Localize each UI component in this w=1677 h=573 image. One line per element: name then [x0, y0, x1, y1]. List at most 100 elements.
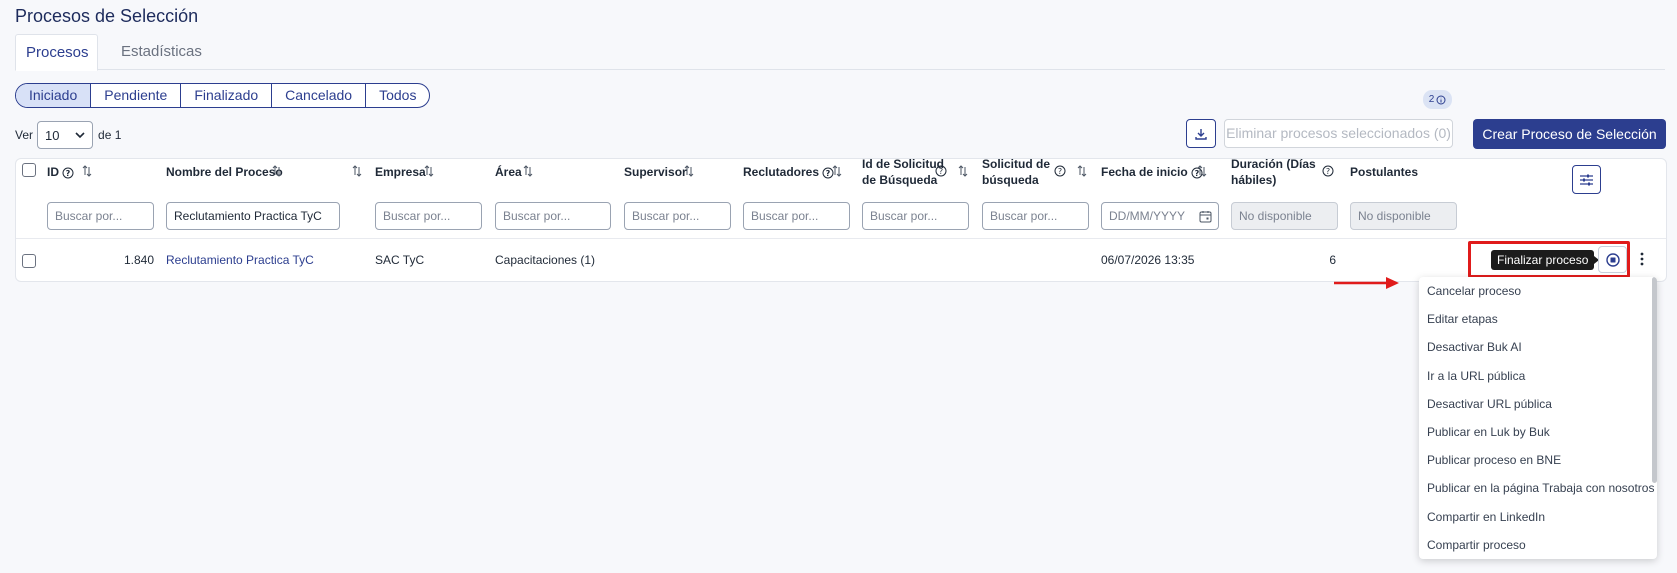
- row-id: 1.840: [123, 253, 154, 267]
- delete-selected-button[interactable]: Eliminar procesos seleccionados (0): [1224, 119, 1453, 148]
- page-count-label: de 1: [98, 128, 122, 142]
- more-options-icon[interactable]: [1640, 252, 1644, 266]
- column-settings-button[interactable]: [1572, 165, 1601, 194]
- menu-publicar-trabaja-con-nosotros[interactable]: Publicar en la página Trabaja con nosotr…: [1419, 474, 1657, 502]
- page-title: Procesos de Selección: [15, 6, 199, 26]
- header-duracion-line2: hábiles): [1231, 173, 1277, 187]
- svg-text:?: ?: [939, 167, 943, 176]
- header-reclutadores[interactable]: Reclutadores ?: [743, 164, 834, 180]
- sort-icon[interactable]: [272, 165, 282, 177]
- filter-id[interactable]: Buscar por...: [47, 202, 154, 230]
- header-duracion[interactable]: Duración (Días hábiles): [1231, 156, 1316, 188]
- row-fecha-inicio: 06/07/2026 13:35: [1101, 253, 1195, 267]
- filter-fecha[interactable]: DD/MM/YYYY: [1101, 202, 1219, 230]
- header-fecha-inicio-label: Fecha de inicio: [1101, 165, 1188, 179]
- help-icon: ?: [1322, 165, 1334, 177]
- filter-supervisor[interactable]: Buscar por...: [624, 202, 731, 230]
- svg-text:?: ?: [826, 169, 831, 178]
- page-size-value: 10: [45, 127, 60, 143]
- status-cancelado[interactable]: Cancelado: [272, 84, 367, 107]
- menu-publicar-bne[interactable]: Publicar proceso en BNE: [1419, 446, 1657, 474]
- menu-publicar-luk[interactable]: Publicar en Luk by Buk: [1419, 418, 1657, 446]
- filter-fecha-placeholder: DD/MM/YYYY: [1109, 209, 1186, 223]
- red-arrow-annotation: [1334, 277, 1399, 289]
- help-icon: ?: [1054, 165, 1066, 177]
- header-solicitud[interactable]: Solicitud de búsqueda: [982, 156, 1050, 188]
- select-all-checkbox[interactable]: [22, 163, 36, 177]
- header-id[interactable]: ID ?: [47, 164, 74, 180]
- header-reclutadores-label: Reclutadores: [743, 165, 820, 179]
- status-finalizado[interactable]: Finalizado: [181, 84, 273, 107]
- stop-icon: [1605, 252, 1620, 267]
- sort-icon[interactable]: [958, 165, 968, 177]
- row-duracion: 6: [1329, 253, 1336, 267]
- filter-area[interactable]: Buscar por...: [495, 202, 611, 230]
- status-pendiente[interactable]: Pendiente: [91, 84, 182, 107]
- status-iniciado[interactable]: Iniciado: [16, 84, 92, 107]
- filter-reclutadores[interactable]: Buscar por...: [743, 202, 850, 230]
- tab-estadisticas[interactable]: Estadísticas: [111, 34, 212, 71]
- download-icon: [1195, 128, 1207, 140]
- pagination-controls: Ver 10 de 1: [15, 121, 121, 149]
- header-id-solicitud-line1: Id de Solicitud: [862, 157, 945, 171]
- postulantes-badge[interactable]: 2: [1423, 90, 1452, 109]
- sort-icon[interactable]: [832, 165, 842, 177]
- download-button[interactable]: [1186, 119, 1216, 148]
- header-solicitud-line2: búsqueda: [982, 173, 1039, 187]
- top-tabs: Procesos Estadísticas: [15, 34, 1665, 71]
- row-empresa: SAC TyC: [375, 253, 425, 267]
- filter-postulantes: No disponible: [1350, 202, 1457, 230]
- filter-solicitud[interactable]: Buscar por...: [982, 202, 1089, 230]
- header-id-label: ID: [47, 165, 59, 179]
- info-icon: [1436, 95, 1446, 104]
- filter-empresa[interactable]: Buscar por...: [375, 202, 482, 230]
- row-area: Capacitaciones (1): [495, 253, 596, 267]
- header-duracion-line1: Duración (Días: [1231, 157, 1316, 171]
- help-icon: ?: [935, 165, 947, 177]
- header-solicitud-line1: Solicitud de: [982, 157, 1051, 171]
- header-divider: [16, 238, 1666, 239]
- sort-icon[interactable]: [1077, 165, 1087, 177]
- header-supervisor[interactable]: Supervisor: [624, 164, 687, 180]
- header-postulantes: Postulantes: [1350, 165, 1419, 179]
- chevron-down-icon: [75, 131, 85, 138]
- calendar-icon[interactable]: [1199, 210, 1212, 223]
- status-todos[interactable]: Todos: [366, 84, 429, 107]
- filter-nombre[interactable]: Reclutamiento Practica TyC: [166, 202, 340, 230]
- row-checkbox[interactable]: [22, 254, 36, 268]
- sort-icon[interactable]: [684, 165, 694, 177]
- header-area[interactable]: Área: [495, 164, 522, 180]
- menu-scrollbar[interactable]: [1652, 277, 1657, 483]
- sliders-icon: [1580, 174, 1593, 186]
- sort-icon[interactable]: [82, 165, 92, 177]
- finalizar-proceso-button[interactable]: [1598, 246, 1627, 273]
- header-nombre[interactable]: Nombre del Proceso: [166, 164, 283, 180]
- svg-text:?: ?: [1326, 167, 1330, 176]
- sort-icon[interactable]: [352, 165, 362, 177]
- svg-text:?: ?: [1058, 167, 1062, 176]
- ver-label: Ver: [15, 128, 34, 142]
- menu-desactivar-url-publica[interactable]: Desactivar URL pública: [1419, 390, 1657, 418]
- menu-compartir-proceso[interactable]: Compartir proceso: [1419, 531, 1657, 559]
- help-icon: ?: [62, 167, 74, 179]
- sort-icon[interactable]: [523, 165, 533, 177]
- menu-compartir-linkedin[interactable]: Compartir en LinkedIn: [1419, 503, 1657, 531]
- tab-procesos[interactable]: Procesos: [15, 34, 98, 71]
- menu-ir-url-publica[interactable]: Ir a la URL pública: [1419, 362, 1657, 390]
- menu-cancelar-proceso[interactable]: Cancelar proceso: [1419, 277, 1657, 305]
- status-filter-group: Iniciado Pendiente Finalizado Cancelado …: [15, 83, 431, 108]
- sort-icon[interactable]: [1197, 165, 1207, 177]
- create-process-button[interactable]: Crear Proceso de Selección: [1473, 119, 1666, 149]
- row-nombre-link[interactable]: Reclutamiento Practica TyC: [166, 252, 314, 268]
- sort-icon[interactable]: [424, 165, 434, 177]
- svg-text:?: ?: [66, 169, 71, 178]
- header-id-solicitud[interactable]: Id de Solicitud de Búsqueda: [862, 156, 944, 188]
- menu-editar-etapas[interactable]: Editar etapas: [1419, 305, 1657, 333]
- action-menu: Cancelar proceso Editar etapas Desactiva…: [1419, 277, 1657, 559]
- filter-id-solicitud[interactable]: Buscar por...: [862, 202, 969, 230]
- page-size-select[interactable]: 10: [37, 121, 94, 149]
- header-empresa[interactable]: Empresa: [375, 164, 426, 180]
- header-fecha-inicio[interactable]: Fecha de inicio ?: [1101, 164, 1203, 180]
- processes-table: ID ? Nombre del Proceso Empresa Área Sup…: [15, 156, 1667, 282]
- menu-desactivar-buk-ai[interactable]: Desactivar Buk AI: [1419, 333, 1657, 361]
